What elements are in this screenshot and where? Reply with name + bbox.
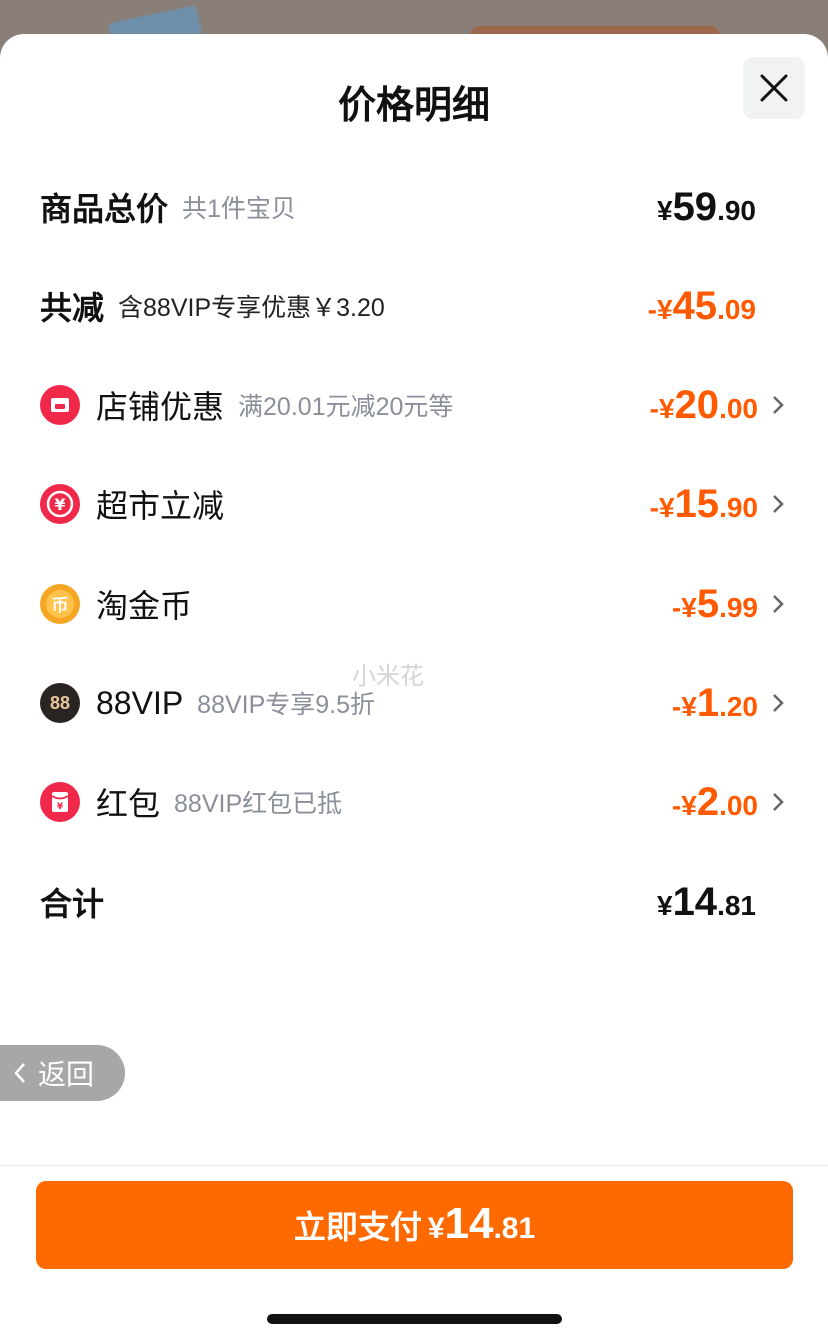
currency-symbol: -¥ (647, 293, 673, 325)
svg-text:币: 币 (52, 596, 69, 616)
discount-sub: 88VIP红包已抵 (174, 790, 343, 818)
price-integer: 1 (696, 680, 720, 725)
grand-total-price: ¥ 14 .81 (657, 880, 756, 925)
pay-price-decimal: .81 (493, 1212, 536, 1245)
price-integer: 45 (672, 283, 718, 328)
discount-label: 超市立减 (96, 488, 225, 524)
goods-count: 共1件宝贝 (182, 195, 296, 223)
footer-divider (0, 1165, 828, 1166)
pay-price-integer: 14 (444, 1199, 494, 1248)
chevron-left-icon (14, 1063, 25, 1083)
goods-total-label: 商品总价 (40, 191, 169, 227)
svg-text:¥: ¥ (57, 802, 64, 812)
discount-label: 店铺优惠 (96, 389, 225, 425)
discount-label: 红包 (96, 786, 161, 822)
price-integer: 5 (696, 581, 720, 626)
price-decimal: .09 (717, 293, 756, 325)
pay-now-button[interactable]: 立即支付 ¥ 14 .81 (36, 1181, 793, 1269)
currency-symbol: ¥ (427, 1212, 445, 1245)
chevron-right-icon (766, 593, 790, 615)
svg-text:¥: ¥ (54, 495, 65, 514)
discount-price: -¥ 1 .20 (672, 681, 758, 726)
price-integer: 59 (672, 184, 718, 229)
pay-label: 立即支付 (293, 1209, 422, 1245)
discount-price: -¥ 5 .99 (672, 582, 758, 627)
price-integer: 2 (696, 779, 720, 824)
goods-total-row: 商品总价 共1件宝贝 ¥ 59 .90 (40, 177, 756, 237)
vip-discount-note: 含88VIP专享优惠￥3.20 (118, 294, 385, 322)
yuan-coin-icon: ¥ (40, 484, 80, 524)
currency-symbol: -¥ (671, 591, 697, 623)
price-integer: 15 (674, 481, 720, 526)
discount-price: -¥ 2 .00 (672, 780, 758, 825)
price-decimal: .00 (719, 392, 758, 424)
chevron-right-icon (766, 791, 790, 813)
discount-row-supermarket[interactable]: ¥ 超市立减 -¥ 15 .90 (40, 474, 790, 534)
discount-sub: 88VIP专享9.5折 (197, 691, 376, 719)
discount-price: -¥ 15 .90 (650, 482, 758, 527)
back-button[interactable]: 返回 (0, 1045, 125, 1101)
currency-symbol: ¥ (656, 194, 673, 226)
discount-label: 88VIP (96, 684, 184, 721)
currency-symbol: -¥ (671, 690, 697, 722)
discount-label: 淘金币 (96, 588, 193, 624)
total-reduction-price: -¥ 45 .09 (648, 284, 756, 329)
price-decimal: .00 (719, 789, 758, 821)
price-detail-sheet: 价格明细 商品总价 共1件宝贝 ¥ 59 .90 共减 含88VIP专享优惠￥3… (0, 34, 828, 1342)
discount-row-red-packet[interactable]: ¥ 红包 88VIP红包已抵 -¥ 2 .00 (40, 772, 790, 832)
close-button[interactable] (743, 57, 805, 119)
store-icon (40, 385, 80, 425)
close-icon (760, 74, 788, 102)
price-decimal: .81 (717, 889, 756, 921)
sheet-title: 价格明细 (337, 85, 490, 127)
discount-row-store[interactable]: 店铺优惠 满20.01元减20元等 -¥ 20 .00 (40, 375, 790, 435)
red-packet-icon: ¥ (40, 782, 80, 822)
home-indicator (267, 1314, 562, 1324)
grand-total-label: 合计 (40, 886, 105, 922)
discount-row-taojinbi[interactable]: 币 淘金币 -¥ 5 .99 (40, 574, 790, 634)
currency-symbol: -¥ (671, 789, 697, 821)
price-decimal: .90 (717, 194, 756, 226)
chevron-right-icon (766, 493, 790, 515)
back-label: 返回 (38, 1059, 95, 1090)
price-decimal: .99 (719, 591, 758, 623)
price-integer: 20 (674, 382, 720, 427)
chevron-right-icon (766, 692, 790, 714)
total-reduction-label: 共减 (40, 290, 105, 326)
total-reduction-row: 共减 含88VIP专享优惠￥3.20 -¥ 45 .09 (40, 276, 756, 336)
price-decimal: .90 (719, 491, 758, 523)
watermark: 小米花 (352, 663, 424, 690)
price-decimal: .20 (719, 690, 758, 722)
grand-total-row: 合计 ¥ 14 .81 (40, 872, 756, 932)
chevron-right-icon (766, 394, 790, 416)
vip-88-icon-text: 88 (49, 692, 71, 713)
vip-88-icon: 88 (40, 683, 80, 723)
price-integer: 14 (672, 879, 718, 924)
discount-price: -¥ 20 .00 (650, 383, 758, 428)
goods-total-price: ¥ 59 .90 (657, 185, 756, 230)
currency-symbol: -¥ (649, 392, 675, 424)
currency-symbol: ¥ (656, 889, 673, 921)
currency-symbol: -¥ (649, 491, 675, 523)
discount-sub: 满20.01元减20元等 (238, 393, 454, 421)
gold-coin-icon: 币 (40, 584, 80, 624)
